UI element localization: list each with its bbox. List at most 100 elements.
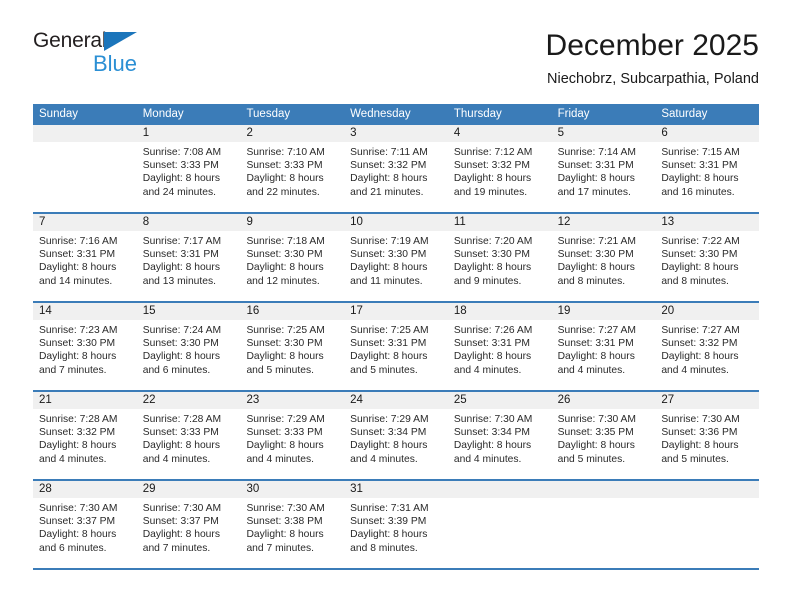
calendar-day-cell[interactable]: 8 Sunrise: 7:17 AM Sunset: 3:31 PM Daylight…: [136, 214, 241, 301]
calendar-day-cell[interactable]: 9 Sunrise: 7:18 AM Sunset: 3:30 PM Daylight…: [240, 214, 345, 301]
day-details: Sunrise: 7:25 AM Sunset: 3:31 PM Daylight:…: [344, 320, 448, 377]
day-number: 31: [344, 481, 448, 498]
sunset-text: Sunset: 3:32 PM: [453, 160, 531, 172]
sunrise-text: Sunrise: 7:22 AM: [661, 236, 740, 247]
sunrise-text: Sunrise: 7:30 AM: [453, 414, 533, 425]
daylight-text-line1: Daylight: 8 hours: [557, 173, 635, 185]
calendar-day-cell[interactable]: 29 Sunrise: 7:30 AM Sunset: 3:37 PM Dayligh…: [136, 481, 241, 568]
day-number: 25: [447, 392, 552, 409]
sunrise-text: Sunrise: 7:19 AM: [350, 236, 429, 247]
calendar-day-cell[interactable]: 20 Sunrise: 7:27 AM Sunset: 3:32 PM Dayligh…: [655, 303, 760, 390]
day-number: 19: [551, 303, 656, 320]
calendar-day-cell[interactable]: 2 Sunrise: 7:10 AM Sunset: 3:33 PM Daylight…: [240, 125, 345, 212]
daylight-text-line2: and 5 minutes.: [661, 453, 729, 465]
calendar-day-cell[interactable]: 3 Sunrise: 7:11 AM Sunset: 3:32 PM Daylight…: [344, 125, 448, 212]
calendar-day-cell[interactable]: 17 Sunrise: 7:25 AM Sunset: 3:31 PM Dayligh…: [344, 303, 448, 390]
calendar-day-cell-empty: [655, 481, 760, 568]
generalblue-logo[interactable]: General Blue: [33, 28, 233, 84]
sunrise-text: Sunrise: 7:28 AM: [142, 414, 222, 425]
calendar-day-cell[interactable]: 13 Sunrise: 7:22 AM Sunset: 3:30 PM Dayligh…: [655, 214, 760, 301]
day-details: Sunrise: 7:25 AM Sunset: 3:30 PM Daylight:…: [240, 320, 344, 377]
day-details: Sunrise: 7:24 AM Sunset: 3:30 PM Daylight:…: [137, 320, 241, 377]
daylight-text-line2: and 5 minutes.: [246, 364, 314, 376]
calendar-day-cell[interactable]: 15 Sunrise: 7:24 AM Sunset: 3:30 PM Dayligh…: [136, 303, 241, 390]
daylight-text-line1: Daylight: 8 hours: [453, 173, 532, 185]
daylight-text-line2: and 14 minutes.: [39, 275, 113, 287]
sunset-text: Sunset: 3:31 PM: [39, 249, 116, 261]
page-header: General Blue December 2025 Niechobrz, Su…: [33, 28, 759, 98]
calendar-day-cell[interactable]: 10 Sunrise: 7:19 AM Sunset: 3:30 PM Dayligh…: [344, 214, 448, 301]
calendar-page: General Blue December 2025 Niechobrz, Su…: [0, 0, 792, 612]
calendar-day-cell[interactable]: 14 Sunrise: 7:23 AM Sunset: 3:30 PM Dayligh…: [33, 303, 137, 390]
day-details: Sunrise: 7:30 AM Sunset: 3:38 PM Daylight:…: [240, 498, 344, 555]
daylight-text-line1: Daylight: 8 hours: [557, 440, 635, 452]
daylight-text-line2: and 13 minutes.: [142, 275, 216, 287]
calendar-day-cell[interactable]: 24 Sunrise: 7:29 AM Sunset: 3:34 PM Dayligh…: [344, 392, 448, 479]
daylight-text-line1: Daylight: 8 hours: [453, 262, 532, 274]
sunset-text: Sunset: 3:31 PM: [661, 160, 738, 172]
calendar-day-cell[interactable]: 18 Sunrise: 7:26 AM Sunset: 3:31 PM Dayligh…: [447, 303, 552, 390]
calendar-day-cell[interactable]: 28 Sunrise: 7:30 AM Sunset: 3:37 PM Dayligh…: [33, 481, 137, 568]
calendar-day-cell[interactable]: 4 Sunrise: 7:12 AM Sunset: 3:32 PM Daylight…: [447, 125, 552, 212]
calendar-day-cell[interactable]: 30 Sunrise: 7:30 AM Sunset: 3:38 PM Dayligh…: [240, 481, 345, 568]
sunset-text: Sunset: 3:34 PM: [350, 427, 427, 439]
daylight-text-line2: and 8 minutes.: [661, 275, 729, 287]
sunset-text: Sunset: 3:30 PM: [350, 249, 427, 261]
day-details: Sunrise: 7:29 AM Sunset: 3:34 PM Daylight:…: [344, 409, 448, 466]
daylight-text-line1: Daylight: 8 hours: [453, 440, 532, 452]
day-details: Sunrise: 7:30 AM Sunset: 3:35 PM Daylight:…: [552, 409, 656, 466]
sunrise-text: Sunrise: 7:21 AM: [557, 236, 637, 247]
sunrise-text: Sunrise: 7:20 AM: [453, 236, 533, 247]
calendar-day-cell[interactable]: 6 Sunrise: 7:15 AM Sunset: 3:31 PM Daylight…: [655, 125, 760, 212]
daylight-text-line1: Daylight: 8 hours: [142, 529, 220, 541]
daylight-text-line2: and 4 minutes.: [142, 453, 211, 465]
calendar-day-cell[interactable]: 21 Sunrise: 7:28 AM Sunset: 3:32 PM Dayligh…: [33, 392, 137, 479]
day-number: 29: [136, 481, 241, 498]
daylight-text-line1: Daylight: 8 hours: [557, 262, 635, 274]
day-details: Sunrise: 7:29 AM Sunset: 3:33 PM Daylight:…: [240, 409, 344, 466]
day-number: 1: [136, 125, 241, 142]
daylight-text-line2: and 6 minutes.: [39, 542, 107, 554]
day-number: 10: [344, 214, 448, 231]
daylight-text-line2: and 21 minutes.: [350, 186, 424, 198]
calendar-day-cell[interactable]: 26 Sunrise: 7:30 AM Sunset: 3:35 PM Dayligh…: [551, 392, 656, 479]
calendar-day-cell[interactable]: 23 Sunrise: 7:29 AM Sunset: 3:33 PM Dayligh…: [240, 392, 345, 479]
calendar-day-cell[interactable]: 12 Sunrise: 7:21 AM Sunset: 3:30 PM Dayligh…: [551, 214, 656, 301]
calendar-day-cell[interactable]: 7 Sunrise: 7:16 AM Sunset: 3:31 PM Daylight…: [33, 214, 137, 301]
calendar-day-cell[interactable]: 25 Sunrise: 7:30 AM Sunset: 3:34 PM Dayligh…: [447, 392, 552, 479]
day-details: Sunrise: 7:14 AM Sunset: 3:31 PM Daylight:…: [552, 142, 656, 199]
sunrise-text: Sunrise: 7:31 AM: [350, 503, 429, 514]
calendar-day-cell[interactable]: 27 Sunrise: 7:30 AM Sunset: 3:36 PM Dayligh…: [655, 392, 760, 479]
day-number: 30: [240, 481, 345, 498]
calendar-week-row: 1 Sunrise: 7:08 AM Sunset: 3:33 PM Daylight…: [33, 125, 760, 214]
daylight-text-line2: and 11 minutes.: [350, 275, 423, 287]
daylight-text-line2: and 7 minutes.: [246, 542, 314, 554]
sunrise-text: Sunrise: 7:18 AM: [246, 236, 325, 247]
daylight-text-line2: and 4 minutes.: [350, 453, 418, 465]
day-details: Sunrise: 7:08 AM Sunset: 3:33 PM Daylight:…: [137, 142, 241, 199]
day-details: Sunrise: 7:20 AM Sunset: 3:30 PM Daylight:…: [448, 231, 552, 288]
day-number: 22: [136, 392, 241, 409]
sunset-text: Sunset: 3:30 PM: [453, 249, 531, 261]
day-details: Sunrise: 7:27 AM Sunset: 3:31 PM Daylight:…: [552, 320, 656, 377]
daylight-text-line1: Daylight: 8 hours: [557, 351, 635, 363]
calendar-day-cell-empty: [33, 125, 137, 212]
day-details: Sunrise: 7:22 AM Sunset: 3:30 PM Daylight:…: [655, 231, 759, 288]
weekday-header-friday: Friday: [557, 108, 590, 120]
calendar-day-cell[interactable]: 11 Sunrise: 7:20 AM Sunset: 3:30 PM Dayligh…: [447, 214, 552, 301]
daylight-text-line2: and 8 minutes.: [350, 542, 418, 554]
daylight-text-line2: and 17 minutes.: [557, 186, 631, 198]
calendar-day-cell[interactable]: 22 Sunrise: 7:28 AM Sunset: 3:33 PM Dayligh…: [136, 392, 241, 479]
calendar-day-cell[interactable]: 19 Sunrise: 7:27 AM Sunset: 3:31 PM Dayligh…: [551, 303, 656, 390]
sunset-text: Sunset: 3:32 PM: [39, 427, 116, 439]
day-number: 21: [33, 392, 137, 409]
day-number: [33, 125, 137, 142]
calendar-day-cell[interactable]: 1 Sunrise: 7:08 AM Sunset: 3:33 PM Daylight…: [136, 125, 241, 212]
sunrise-text: Sunrise: 7:30 AM: [246, 503, 325, 514]
calendar-day-cell[interactable]: 5 Sunrise: 7:14 AM Sunset: 3:31 PM Daylight…: [551, 125, 656, 212]
day-details: Sunrise: 7:28 AM Sunset: 3:32 PM Daylight:…: [33, 409, 137, 466]
sunset-text: Sunset: 3:39 PM: [350, 516, 427, 528]
calendar-day-cell[interactable]: 16 Sunrise: 7:25 AM Sunset: 3:30 PM Dayligh…: [240, 303, 345, 390]
calendar-day-cell[interactable]: 31 Sunrise: 7:31 AM Sunset: 3:39 PM Dayligh…: [344, 481, 448, 568]
day-details: Sunrise: 7:15 AM Sunset: 3:31 PM Daylight:…: [655, 142, 759, 199]
